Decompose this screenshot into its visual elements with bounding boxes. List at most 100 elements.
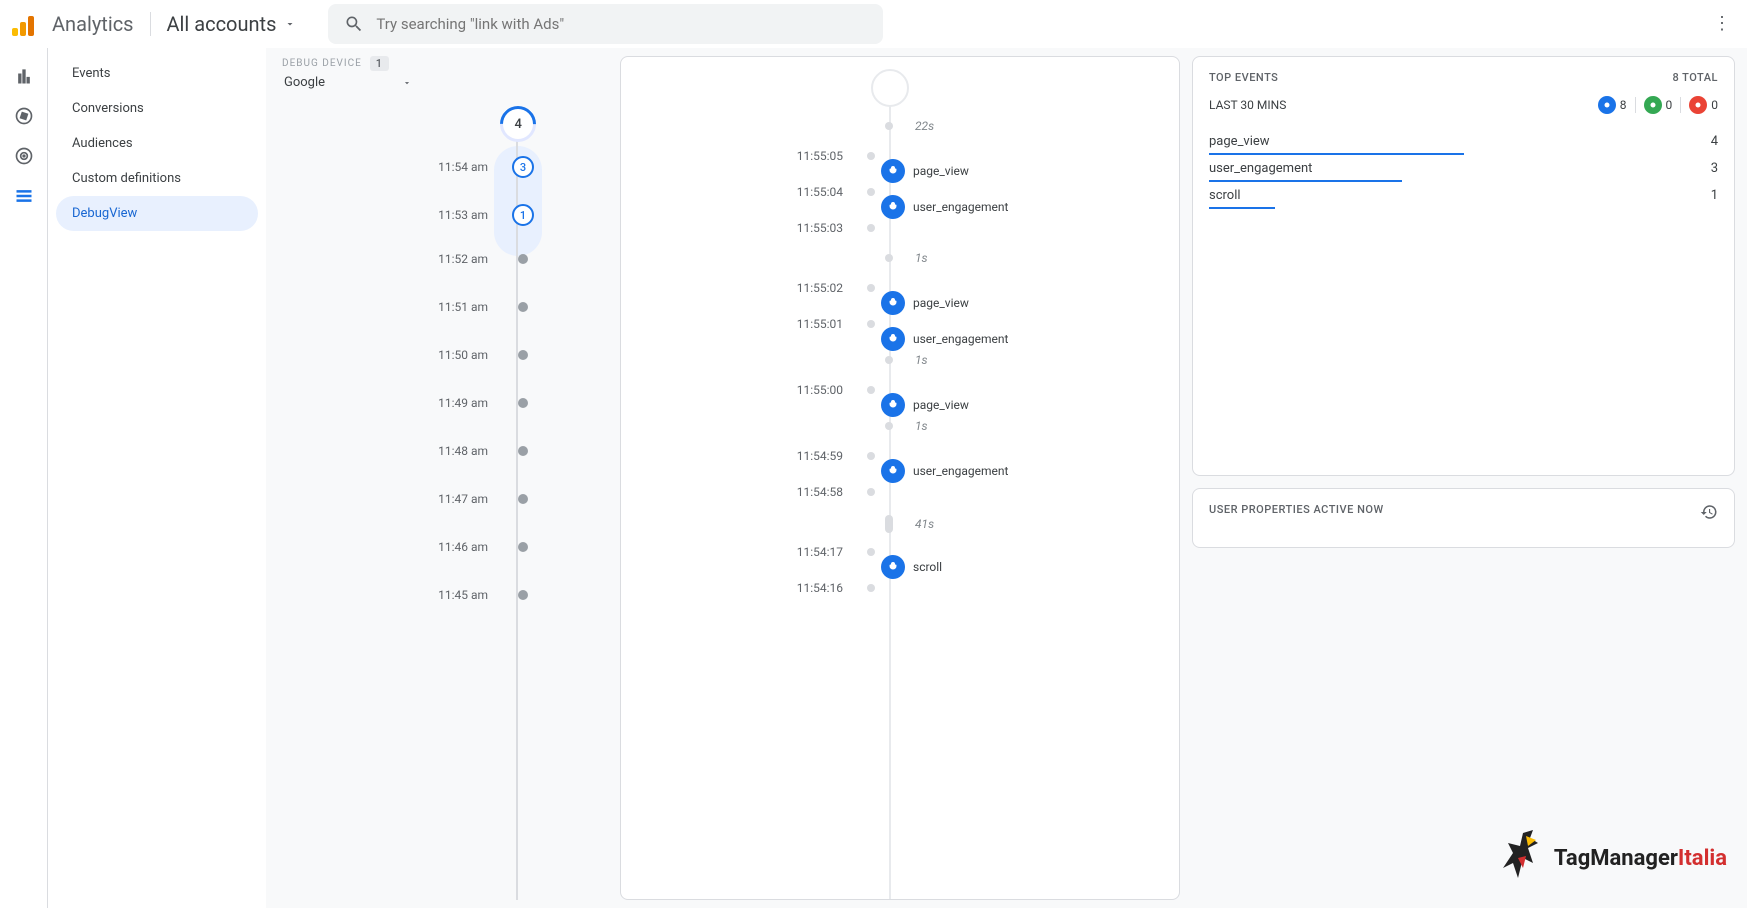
event-icon (881, 459, 905, 483)
bird-icon (1498, 828, 1548, 888)
event-name: page_view (913, 296, 969, 310)
header-menu-icon[interactable]: ⋮ (1713, 13, 1735, 34)
minute-count-circle[interactable]: 1 (512, 204, 534, 226)
minute-row[interactable]: 11:47 am (428, 492, 528, 506)
event-name: user_engagement (913, 464, 1008, 478)
sidebar: Events Conversions Audiences Custom defi… (48, 48, 266, 908)
second-time: 11:54:16 (621, 581, 861, 595)
event-row[interactable]: user_engagement (621, 327, 1179, 351)
minute-dot (518, 494, 528, 504)
gap-label: 1s (915, 419, 928, 433)
search-input[interactable] (376, 15, 867, 33)
rail-explore-icon[interactable] (12, 104, 36, 128)
minute-count-circle[interactable]: 3 (512, 156, 534, 178)
chip-count: 0 (1711, 98, 1718, 112)
seconds-head (871, 69, 909, 107)
sidebar-item-conversions[interactable]: Conversions (56, 91, 258, 126)
top-events-card: TOP EVENTS 8 TOTAL LAST 30 MINS 8 0 0 page… (1192, 56, 1735, 476)
gap-mark (885, 515, 893, 533)
minute-dot (518, 398, 528, 408)
event-row[interactable]: user_engagement (621, 459, 1179, 483)
chip-icon (1689, 96, 1707, 114)
seconds-timeline-panel: 22s11:55:05page_view11:55:04user_engagem… (620, 56, 1180, 900)
top-events-range: LAST 30 MINS (1209, 98, 1286, 112)
minute-row[interactable]: 11:52 am (428, 252, 528, 266)
chip-count: 8 (1620, 98, 1627, 112)
minute-row[interactable]: 11:54 am3 (428, 156, 534, 178)
minute-row[interactable]: 11:50 am (428, 348, 528, 362)
event-name: user_engagement (913, 332, 1008, 346)
time-gap: 1s (621, 419, 1179, 433)
history-icon[interactable] (1700, 503, 1718, 521)
device-selector[interactable]: Google (278, 71, 418, 94)
minute-row[interactable]: 11:53 am1 (428, 204, 534, 226)
account-label: All accounts (167, 12, 277, 36)
event-row[interactable]: page_view (621, 393, 1179, 417)
search-icon (344, 14, 364, 34)
event-icon (881, 159, 905, 183)
rail-configure-icon[interactable] (12, 184, 36, 208)
gap-label: 1s (915, 353, 928, 367)
gap-mark (885, 254, 893, 262)
device-name: Google (284, 75, 325, 90)
time-gap: 1s (621, 251, 1179, 265)
minute-row[interactable]: 11:48 am (428, 444, 528, 458)
sidebar-item-custom-definitions[interactable]: Custom definitions (56, 161, 258, 196)
debug-device-count: 1 (370, 56, 389, 71)
second-mark (867, 224, 875, 232)
search-bar[interactable] (328, 4, 883, 44)
rail-advertising-icon[interactable] (12, 144, 36, 168)
account-selector[interactable]: All accounts (167, 12, 297, 36)
minute-dot (518, 254, 528, 264)
top-event-row[interactable]: scroll1 (1209, 182, 1718, 209)
sidebar-item-audiences[interactable]: Audiences (56, 126, 258, 161)
top-event-row[interactable]: page_view4 (1209, 128, 1718, 155)
minute-time: 11:45 am (428, 588, 488, 602)
sidebar-item-debugview[interactable]: DebugView (56, 196, 258, 231)
minute-head[interactable]: 4 (493, 99, 544, 150)
event-type-chip[interactable]: 0 (1689, 96, 1718, 114)
analytics-logo-icon (12, 12, 36, 36)
divider (150, 12, 151, 36)
top-events-total: 8 TOTAL (1672, 71, 1718, 84)
top-event-count: 3 (1711, 161, 1718, 176)
minute-time: 11:51 am (428, 300, 488, 314)
minute-dot (518, 446, 528, 456)
gap-mark (885, 356, 893, 364)
event-type-chip[interactable]: 8 (1598, 96, 1627, 114)
minute-row[interactable]: 11:45 am (428, 588, 528, 602)
event-icon (881, 195, 905, 219)
event-row[interactable]: page_view (621, 159, 1179, 183)
event-type-chip[interactable]: 0 (1644, 96, 1673, 114)
top-event-name: user_engagement (1209, 161, 1312, 176)
user-properties-card: USER PROPERTIES ACTIVE NOW (1192, 488, 1735, 548)
event-icon (881, 393, 905, 417)
chip-count: 0 (1666, 98, 1673, 112)
minute-dot (518, 542, 528, 552)
minute-row[interactable]: 11:49 am (428, 396, 528, 410)
top-events-title: TOP EVENTS (1209, 71, 1278, 84)
debug-device-label: DEBUG DEVICE (282, 58, 362, 69)
chevron-down-icon (284, 18, 296, 30)
event-row[interactable]: page_view (621, 291, 1179, 315)
sidebar-item-events[interactable]: Events (56, 56, 258, 91)
event-row[interactable]: scroll (621, 555, 1179, 579)
event-name: user_engagement (913, 200, 1008, 214)
minute-track (516, 116, 518, 900)
second-time: 11:55:03 (621, 221, 861, 235)
event-icon (881, 555, 905, 579)
minute-time: 11:52 am (428, 252, 488, 266)
event-icon (881, 327, 905, 351)
event-icon (881, 291, 905, 315)
minute-row[interactable]: 11:51 am (428, 300, 528, 314)
top-event-row[interactable]: user_engagement 3 (1209, 155, 1718, 182)
minute-time: 11:48 am (428, 444, 488, 458)
second-time: 11:54:58 (621, 485, 861, 499)
rail-reports-icon[interactable] (12, 64, 36, 88)
user-properties-title: USER PROPERTIES ACTIVE NOW (1209, 503, 1384, 521)
minute-time: 11:47 am (428, 492, 488, 506)
minute-row[interactable]: 11:46 am (428, 540, 528, 554)
gap-label: 41s (915, 517, 934, 531)
event-row[interactable]: user_engagement (621, 195, 1179, 219)
minute-dot (518, 350, 528, 360)
